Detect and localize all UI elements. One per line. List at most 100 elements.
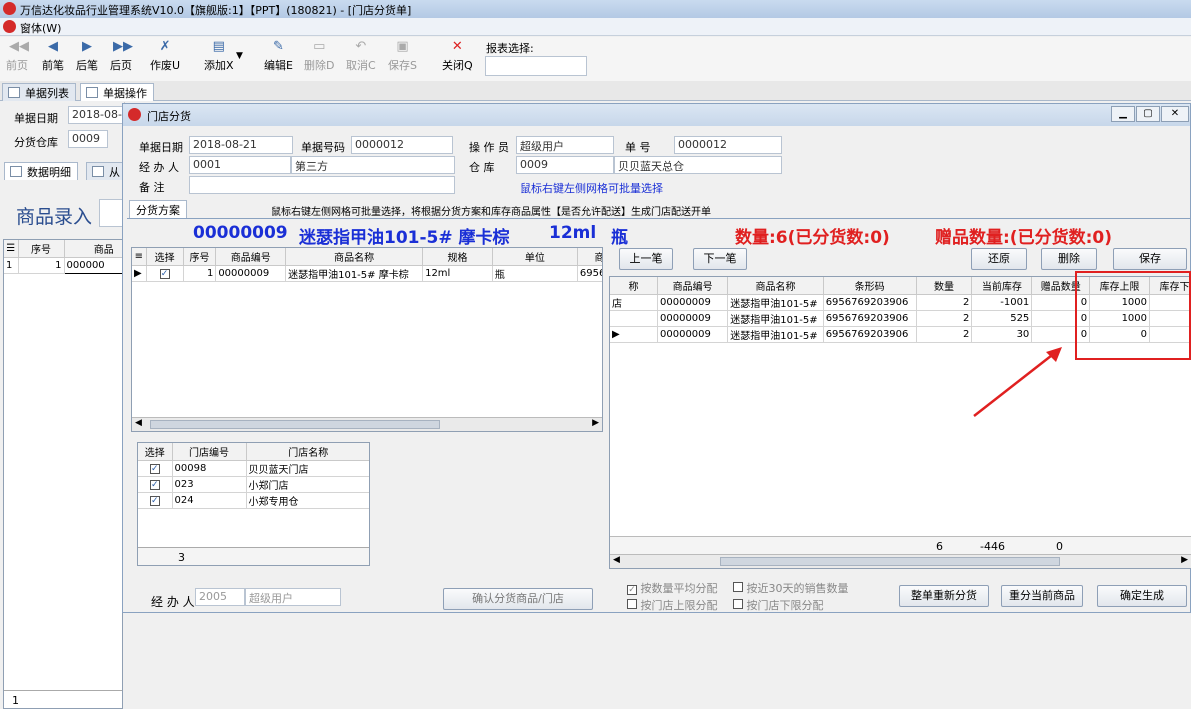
store-row[interactable]: ✓ 023 小郑门店 — [138, 476, 369, 493]
product-grid-hscrollbar[interactable]: ◀ ▶ — [132, 417, 602, 431]
save-allocation-button[interactable]: 保存 — [1113, 248, 1187, 270]
confirm-generate-button[interactable]: 确定生成 — [1097, 585, 1187, 607]
edit-button[interactable]: ✎ 编辑E — [264, 39, 293, 73]
add-dropdown-icon[interactable]: ▼ — [236, 51, 243, 61]
no-field[interactable]: 0000012 — [674, 136, 782, 154]
save-button[interactable]: ▣ 保存S — [388, 39, 417, 73]
product-unit-display: 瓶 — [611, 228, 628, 248]
last-page-button[interactable]: ▶▶ 后页 — [110, 39, 133, 73]
store-row[interactable]: ✓ 00098 贝贝蓝天门店 — [138, 460, 369, 477]
date-field[interactable]: 2018-08-21 — [189, 136, 293, 154]
option-lower[interactable]: 按门店下限分配 — [733, 597, 824, 613]
void-label: 作废U — [150, 59, 181, 72]
store-checkbox[interactable]: ✓ — [149, 463, 160, 474]
report-select-input[interactable] — [485, 56, 587, 76]
bg-date-field[interactable]: 2018-08-2 — [68, 106, 128, 124]
menu-window[interactable]: 窗体(W) — [20, 20, 61, 36]
warehouse-name-field[interactable]: 贝贝蓝天总仓 — [614, 156, 782, 174]
footer-handler-code[interactable]: 2005 — [195, 588, 245, 606]
handler-code-field[interactable]: 0001 — [189, 156, 291, 174]
void-button[interactable]: ✗ 作废U — [150, 39, 180, 73]
product-grid[interactable]: ≡ 选择 序号 商品编号 商品名称 规格 单位 商品 ▶ ✓ 1 0000000… — [131, 247, 603, 432]
option-upper-checkbox[interactable] — [627, 599, 637, 609]
tab-allocation-scheme[interactable]: 分货方案 — [129, 200, 187, 218]
scroll-right-icon[interactable]: ▶ — [592, 418, 599, 428]
last-page-label: 后页 — [110, 59, 132, 72]
scroll-right-icon[interactable]: ▶ — [1181, 555, 1188, 565]
warehouse-code-field[interactable]: 0009 — [516, 156, 614, 174]
store-grid[interactable]: 选择 门店编号 门店名称 ✓ 00098 贝贝蓝天门店 ✓ 023 小郑门店 ✓ 024 小… — [137, 442, 370, 566]
row-select-checkbox[interactable]: ✓ — [159, 268, 170, 279]
cancel-button[interactable]: ↶ 取消C — [346, 39, 376, 73]
alloc-col-stock: 当前库存 — [971, 277, 1033, 295]
next-record-button[interactable]: ▶ 后笔 — [76, 39, 98, 73]
option-lower-checkbox[interactable] — [733, 599, 743, 609]
edit-label: 编辑E — [264, 59, 293, 72]
prev-record-button[interactable]: ◀ 前笔 — [42, 39, 64, 73]
store-row[interactable]: ✓ 024 小郑专用仓 — [138, 492, 369, 509]
col-spec: 规格 — [422, 248, 493, 266]
col-name: 商品名称 — [285, 248, 424, 266]
confirm-allocation-button[interactable]: 确认分货商品/门店 — [443, 588, 593, 610]
store-checkbox[interactable]: ✓ — [149, 479, 160, 490]
product-code-display: 00000009 — [193, 223, 288, 243]
table-row[interactable]: ▶ ✓ 1 00000009 迷瑟指甲油101-5# 摩卡棕 12ml 瓶 69… — [132, 265, 602, 282]
tab-data-detail[interactable]: 数据明细 — [4, 162, 78, 180]
goods-entry-input[interactable] — [99, 199, 123, 227]
alloc-totals-row: 6 -446 0 — [610, 536, 1191, 554]
col-select: 选择 — [146, 248, 184, 266]
operator-field[interactable]: 超级用户 — [516, 136, 614, 154]
prev-item-button[interactable]: 上一笔 — [619, 248, 673, 270]
store-code: 00098 — [172, 460, 247, 477]
bg-detail-grid[interactable]: ☰ 序号 商品 1 1 000000 1 — [3, 239, 123, 709]
option-avg-label: 按数量平均分配 — [640, 582, 718, 595]
delete-button[interactable]: ▭ 删除D — [304, 39, 334, 73]
cell-seq: 1 — [183, 265, 217, 282]
alloc-grid-hscrollbar[interactable]: ◀ ▶ — [610, 554, 1191, 568]
billno-field[interactable]: 0000012 — [351, 136, 453, 154]
dialog-close-button[interactable]: ✕ — [1161, 106, 1189, 122]
maximize-button[interactable]: ▢ — [1136, 106, 1160, 122]
option-sales30-checkbox[interactable] — [733, 582, 743, 592]
bg-row-code[interactable]: 000000 — [63, 256, 122, 274]
app-menu-icon[interactable] — [3, 20, 16, 33]
list-icon — [8, 87, 20, 98]
delete-row-button[interactable]: 删除 — [1041, 248, 1097, 270]
close-button[interactable]: ✕ 关闭Q — [442, 39, 473, 73]
next-record-label: 后笔 — [76, 59, 98, 72]
report-select-label: 报表选择: — [486, 42, 534, 55]
option-sales30[interactable]: 按近30天的销售数量 — [733, 580, 849, 596]
minimize-button[interactable]: ▁ — [1111, 106, 1135, 122]
option-avg-checkbox[interactable]: ✓ — [627, 585, 637, 595]
scroll-thumb[interactable] — [720, 557, 1060, 566]
store-checkbox[interactable]: ✓ — [149, 495, 160, 506]
alloc-name: 迷瑟指甲油101-5# — [727, 294, 824, 311]
tab-bill-list[interactable]: 单据列表 — [2, 83, 76, 101]
redistribute-all-button[interactable]: 整单重新分货 — [899, 585, 989, 607]
bg-warehouse-field[interactable]: 0009 — [68, 130, 108, 148]
remark-field[interactable] — [189, 176, 455, 194]
add-button[interactable]: ▤ 添加X — [204, 39, 234, 73]
restore-button[interactable]: 还原 — [971, 248, 1027, 270]
next-item-button[interactable]: 下一笔 — [693, 248, 747, 270]
tab-bill-ops[interactable]: 单据操作 — [80, 83, 154, 101]
scroll-left-icon[interactable]: ◀ — [135, 418, 142, 428]
first-page-button[interactable]: ◀◀ 前页 — [6, 39, 29, 73]
bg-col-seq: 序号 — [18, 240, 65, 258]
handler-name-field[interactable]: 第三方 — [291, 156, 455, 174]
scroll-thumb[interactable] — [150, 420, 440, 429]
tab-from[interactable]: 从 — [86, 162, 123, 180]
footer-handler-name[interactable]: 超级用户 — [245, 588, 341, 606]
option-avg[interactable]: ✓ 按数量平均分配 — [627, 580, 718, 596]
bg-row-seq: 1 — [18, 257, 65, 274]
scroll-left-icon[interactable]: ◀ — [613, 555, 620, 565]
alloc-col-barcode: 条形码 — [823, 277, 917, 295]
alloc-barcode: 6956769203906 — [823, 326, 917, 343]
total-gift: 0 — [1056, 540, 1063, 553]
bg-grid-footer: 1 — [4, 690, 122, 708]
option-upper[interactable]: 按门店上限分配 — [627, 597, 718, 613]
alloc-qty[interactable]: 2 — [916, 310, 973, 327]
alloc-qty[interactable]: 2 — [916, 294, 973, 311]
cell-name: 迷瑟指甲油101-5# 摩卡棕 — [285, 265, 424, 282]
redistribute-current-button[interactable]: 重分当前商品 — [1001, 585, 1083, 607]
